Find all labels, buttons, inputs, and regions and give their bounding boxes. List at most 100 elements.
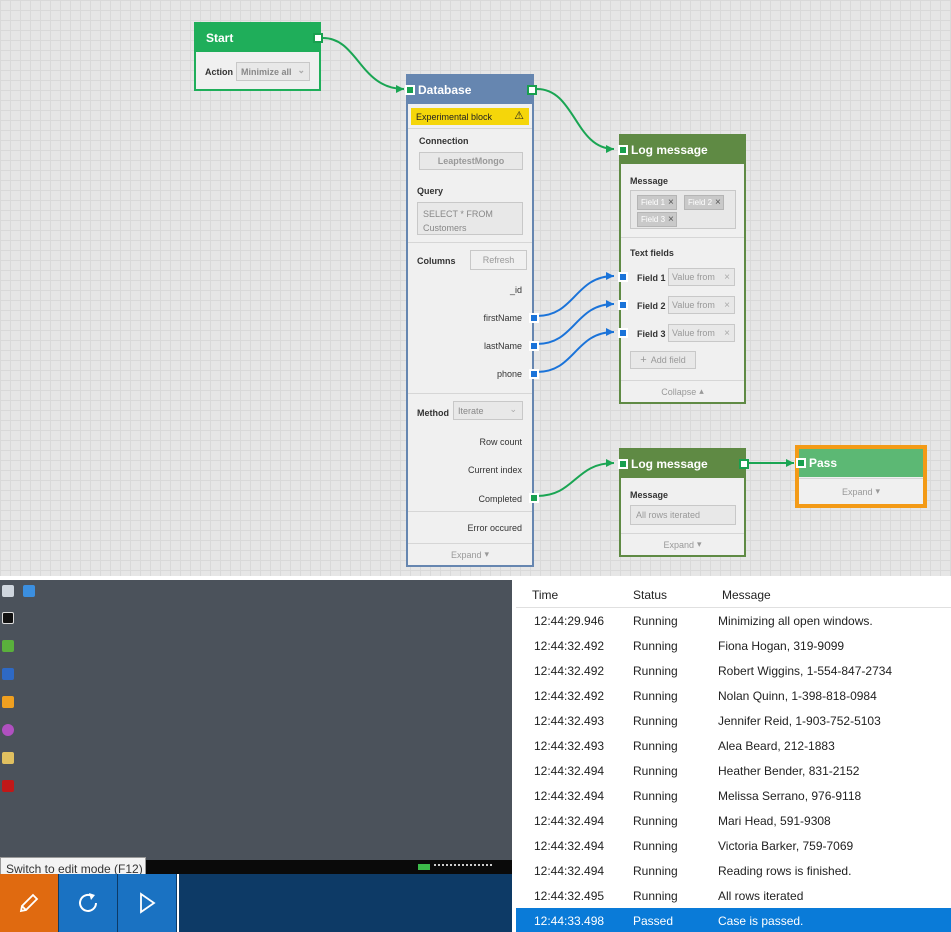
divider <box>408 128 532 129</box>
log-cell-message: Mari Head, 591-9308 <box>718 814 831 828</box>
log-cell-time: 12:44:32.494 <box>534 789 605 803</box>
log-cell-status: Running <box>633 614 678 628</box>
query-field[interactable]: SELECT * FROM Customers <box>417 202 523 235</box>
column-lastname: lastName <box>483 341 522 351</box>
log-cell-status: Running <box>633 714 678 728</box>
table-row[interactable]: 12:44:32.492 Running Nolan Quinn, 1-398-81… <box>516 683 951 708</box>
log-message-title: Log message <box>631 143 708 157</box>
log-message-block-2[interactable]: Log message Message All rows iterated Ex… <box>618 448 749 557</box>
arrowhead-icon <box>786 459 794 467</box>
action-label: Action <box>205 67 233 77</box>
field-1-input-port[interactable] <box>618 272 628 282</box>
pass-block[interactable]: Pass Expand ▾ <box>796 449 923 504</box>
table-row[interactable]: 12:44:32.493 Running Alea Beard, 212-1883 <box>516 733 951 758</box>
method-select[interactable]: Iterate ⌄ <box>453 401 523 420</box>
expand-button[interactable]: Expand ▾ <box>621 533 744 555</box>
close-icon[interactable]: × <box>724 328 730 339</box>
pass-title: Pass <box>809 456 838 470</box>
close-icon[interactable]: × <box>724 272 730 283</box>
table-row[interactable]: 12:44:32.492 Running Fiona Hogan, 319-9099 <box>516 633 951 658</box>
restart-button[interactable] <box>59 874 117 932</box>
plus-icon: + <box>640 354 647 366</box>
firstname-output-port[interactable] <box>529 313 539 323</box>
field-2-input-port[interactable] <box>618 300 628 310</box>
wire-start-database <box>322 37 405 90</box>
chevron-down-icon: ▾ <box>697 539 702 549</box>
database-input-port[interactable] <box>405 85 415 95</box>
message-field[interactable]: All rows iterated <box>630 505 736 525</box>
start-header[interactable]: Start <box>196 24 319 52</box>
table-row[interactable]: 12:44:32.495 Running All rows iterated <box>516 883 951 908</box>
field-chip[interactable]: Field 2 × <box>684 195 724 210</box>
field-3-input-port[interactable] <box>618 328 628 338</box>
table-row[interactable]: 12:44:29.946 Running Minimizing all open w… <box>516 608 951 633</box>
edit-mode-button[interactable] <box>0 874 58 932</box>
refresh-button[interactable]: Refresh <box>470 250 527 270</box>
message-label: Message <box>630 176 669 186</box>
database-header[interactable]: Database <box>408 76 532 104</box>
collapse-button[interactable]: Collapse ▴ <box>621 380 744 402</box>
chip-label: Field 1 <box>641 198 666 207</box>
log-message-2-output-port[interactable] <box>739 459 749 469</box>
arrowhead-icon <box>606 459 614 467</box>
close-icon[interactable]: × <box>668 197 674 208</box>
experimental-badge: Experimental block ⚠ <box>411 108 529 125</box>
wire-database-log1 <box>536 88 615 150</box>
log-cell-message: Nolan Quinn, 1-398-818-0984 <box>718 689 877 703</box>
arrowhead-icon <box>396 85 404 93</box>
start-block[interactable]: Start Action Minimize all ⌄ <box>194 22 323 91</box>
arrowhead-icon <box>606 328 614 336</box>
field-3-value: Value from <box>672 328 715 338</box>
column-header-time[interactable]: Time <box>532 588 558 602</box>
log-cell-status: Running <box>633 864 678 878</box>
completed-output-port[interactable] <box>529 493 539 503</box>
phone-output-port[interactable] <box>529 369 539 379</box>
column-header-status[interactable]: Status <box>633 588 667 602</box>
action-select[interactable]: Minimize all ⌄ <box>236 62 310 81</box>
log-cell-time: 12:44:32.492 <box>534 664 605 678</box>
database-output-port[interactable] <box>527 85 537 95</box>
app-shortcut-icon <box>0 752 16 774</box>
log-cell-status: Running <box>633 639 678 653</box>
flow-canvas[interactable]: Start Action Minimize all ⌄ Database Exp… <box>0 0 951 578</box>
field-chip[interactable]: Field 3 × <box>637 212 677 227</box>
table-row[interactable]: 12:44:32.494 Running Mari Head, 591-9308 <box>516 808 951 833</box>
log-message-block[interactable]: Log message Message Field 1 × Field 2 × Fi… <box>618 134 746 404</box>
field-1-input[interactable]: Value from × <box>668 268 735 286</box>
table-row[interactable]: 12:44:32.493 Running Jennifer Reid, 1-903-… <box>516 708 951 733</box>
table-row[interactable]: 12:44:32.492 Running Robert Wiggins, 1-554… <box>516 658 951 683</box>
expand-button[interactable]: Expand ▾ <box>799 478 923 504</box>
database-title: Database <box>418 83 472 97</box>
table-row[interactable]: 12:44:32.494 Running Heather Bender, 831-2… <box>516 758 951 783</box>
expand-button[interactable]: Expand ▾ <box>408 543 532 565</box>
table-row[interactable]: 12:44:33.498 Passed Case is passed. <box>516 908 951 932</box>
divider <box>408 511 532 512</box>
log-message-input-port[interactable] <box>618 145 628 155</box>
lastname-output-port[interactable] <box>529 341 539 351</box>
connection-field[interactable]: LeaptestMongo <box>419 152 523 170</box>
pass-input-port[interactable] <box>796 458 806 468</box>
column-header-message[interactable]: Message <box>722 588 771 602</box>
pass-header[interactable]: Pass <box>799 449 923 477</box>
log-message-header[interactable]: Log message <box>621 136 744 164</box>
log-message-2-input-port[interactable] <box>618 459 628 469</box>
log-message-2-header[interactable]: Log message <box>621 450 744 478</box>
field-chip[interactable]: Field 1 × <box>637 195 677 210</box>
table-row[interactable]: 12:44:32.494 Running Victoria Barker, 759-… <box>516 833 951 858</box>
close-icon[interactable]: × <box>724 300 730 311</box>
run-button[interactable] <box>118 874 176 932</box>
table-row[interactable]: 12:44:32.494 Running Melissa Serrano, 976-… <box>516 783 951 808</box>
field-2-input[interactable]: Value from × <box>668 296 735 314</box>
start-output-port[interactable] <box>313 33 323 43</box>
table-row[interactable]: 12:44:32.494 Running Reading rows is finis… <box>516 858 951 883</box>
close-icon[interactable]: × <box>715 197 721 208</box>
divider <box>408 242 532 243</box>
log-cell-time: 12:44:32.494 <box>534 764 605 778</box>
app-shortcut-icon <box>0 612 16 634</box>
database-block[interactable]: Database Experimental block ⚠ Connection… <box>405 74 539 567</box>
close-icon[interactable]: × <box>668 214 674 225</box>
add-field-button[interactable]: + Add field <box>630 351 696 369</box>
message-value: All rows iterated <box>636 510 701 520</box>
query-value: SELECT * FROM Customers <box>423 209 493 233</box>
field-3-input[interactable]: Value from × <box>668 324 735 342</box>
